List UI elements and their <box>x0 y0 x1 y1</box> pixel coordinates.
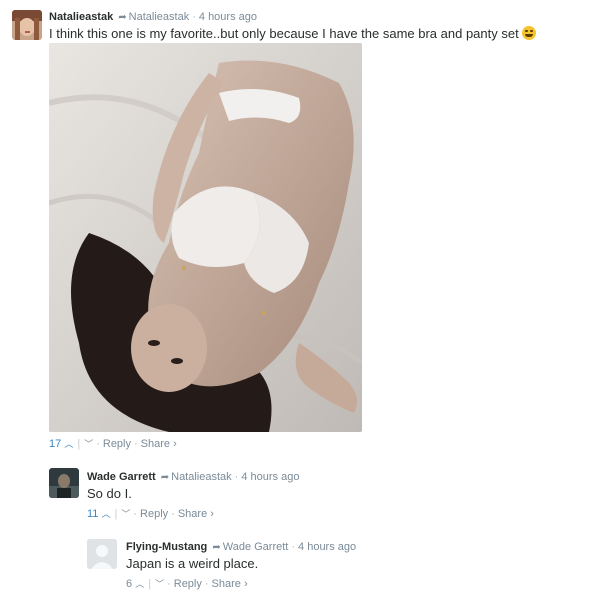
avatar-wade-garrett[interactable] <box>49 468 79 498</box>
reply-arrow-icon: ➦ <box>160 472 170 483</box>
separator-dot: · <box>134 438 138 450</box>
comment-meta: Natalieastak ➦ Natalieastak · 4 hours ago <box>49 10 257 25</box>
downvote-chevron-icon[interactable]: ﹀ <box>155 579 164 589</box>
vote-divider: | <box>148 578 152 590</box>
comment-text-content: I think this one is my favorite..but onl… <box>49 26 519 41</box>
reply-button[interactable]: Reply <box>103 438 131 450</box>
laughing-face-icon <box>521 26 536 40</box>
upvote-chevron-icon[interactable]: ︿ <box>135 579 144 589</box>
reply-to-user[interactable]: Wade Garrett <box>223 541 289 553</box>
separator-dot: · <box>192 11 196 23</box>
share-chevron-icon: › <box>170 438 177 450</box>
vote-divider: | <box>77 438 81 450</box>
comment-actions: 6 ︿ | ﹀ · Reply · Share › <box>126 577 248 591</box>
downvote-chevron-icon[interactable]: ﹀ <box>84 439 93 449</box>
separator-dot: · <box>167 578 171 590</box>
reply-button[interactable]: Reply <box>174 578 202 590</box>
comment-text: I think this one is my favorite..but onl… <box>49 26 536 42</box>
comment-author[interactable]: Natalieastak <box>49 11 113 23</box>
comment-text: So do I. <box>87 486 132 501</box>
separator-dot: · <box>204 578 209 590</box>
avatar-flying-mustang[interactable] <box>87 539 117 569</box>
share-button[interactable]: Share <box>141 438 170 450</box>
upvote-chevron-icon[interactable]: ︿ <box>64 439 73 449</box>
comment-meta: Flying-Mustang ➦ Wade Garrett · 4 hours ago <box>126 540 356 555</box>
comment-actions: 17 ︿ | ﹀ · Reply · Share › <box>49 437 177 451</box>
share-chevron-icon: › <box>207 508 214 520</box>
reply-arrow-icon: ➦ <box>118 12 127 23</box>
reply-to-user[interactable]: Natalieastak <box>171 471 232 483</box>
downvote-chevron-icon[interactable]: ﹀ <box>121 509 130 519</box>
share-button[interactable]: Share <box>178 508 207 520</box>
upvote-count[interactable]: 17 <box>49 438 61 450</box>
upvote-count[interactable]: 11 <box>87 508 98 520</box>
comment-text: Japan is a weird place. <box>126 556 259 571</box>
reply-button[interactable]: Reply <box>140 508 168 520</box>
comment-meta: Wade Garrett ➦ Natalieastak · 4 hours ago <box>87 470 299 485</box>
comment-author[interactable]: Flying-Mustang <box>126 541 207 553</box>
comment-author[interactable]: Wade Garrett <box>87 471 156 483</box>
upvote-count[interactable]: 6 <box>126 578 132 590</box>
comment-timestamp[interactable]: 4 hours ago <box>199 11 257 23</box>
comment-timestamp[interactable]: 4 hours ago <box>241 471 299 483</box>
reply-to-user[interactable]: Natalieastak <box>129 11 190 23</box>
separator-dot: · <box>291 541 296 553</box>
share-button[interactable]: Share <box>212 578 241 590</box>
comment-timestamp[interactable]: 4 hours ago <box>298 541 356 553</box>
separator-dot: · <box>234 471 239 483</box>
avatar-natalieastak[interactable] <box>12 10 42 40</box>
comment-actions: 11 ︿ | ﹀ · Reply · Share › <box>87 507 214 521</box>
separator-dot: · <box>96 438 100 450</box>
separator-dot: · <box>133 508 138 520</box>
reply-arrow-icon: ➦ <box>212 542 221 553</box>
upvote-chevron-icon[interactable]: ︿ <box>101 509 110 519</box>
vote-divider: | <box>114 508 118 520</box>
separator-dot: · <box>171 508 175 520</box>
share-chevron-icon: › <box>240 578 248 590</box>
comment-image[interactable] <box>49 43 362 432</box>
